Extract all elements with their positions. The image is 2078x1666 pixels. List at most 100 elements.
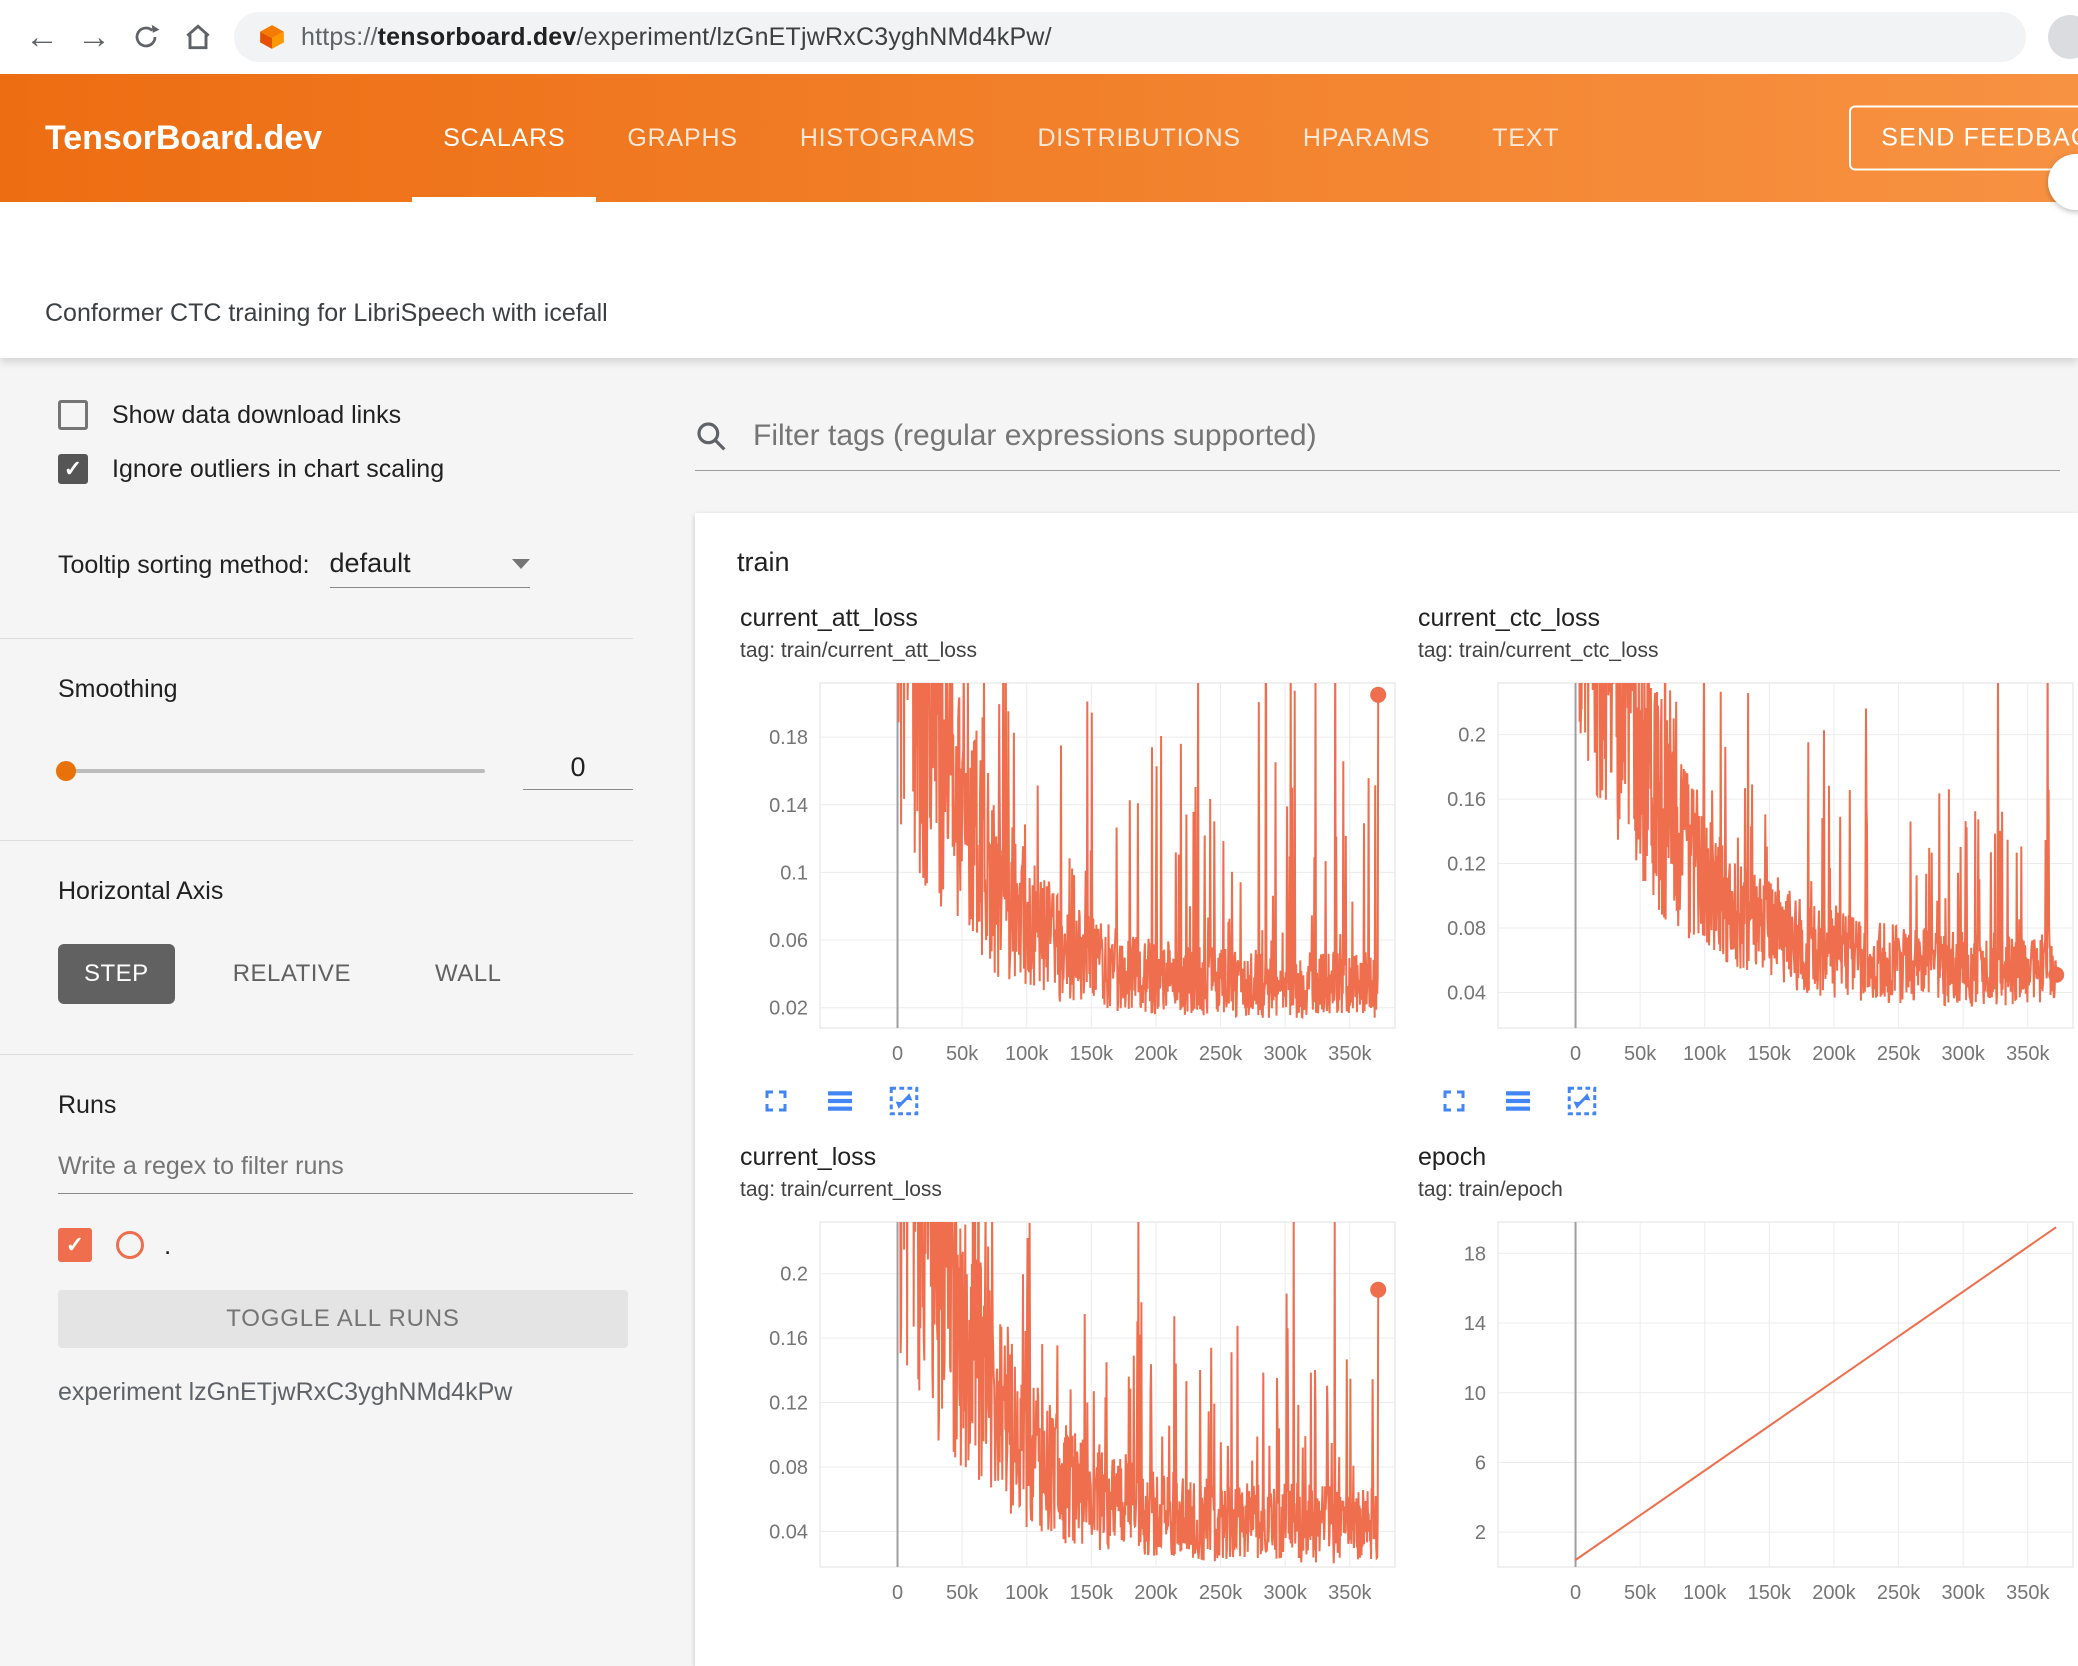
experiment-header: Conformer CTC training for LibriSpeech w… xyxy=(0,202,2078,358)
show-download-links-label: Show data download links xyxy=(112,400,402,429)
show-download-links-checkbox[interactable] xyxy=(58,400,88,430)
axis-wall-button[interactable]: WALL xyxy=(409,944,527,1004)
fit-domain-icon[interactable] xyxy=(886,1083,922,1119)
fit-domain-icon[interactable] xyxy=(1564,1083,1600,1119)
address-bar[interactable]: https://tensorboard.dev/experiment/lzGnE… xyxy=(234,12,2026,62)
divider xyxy=(0,1054,633,1055)
chart-plot[interactable]: 0.02 0.06 0.1 0.14 0.18 0 50k 100k 150k 200k 250k 3… xyxy=(740,671,1400,1071)
chart-epoch: epoch tag: train/epoch 2 6 10 14 18 0 50k 100k 1… xyxy=(1418,1143,2078,1610)
chart-plot[interactable]: 0.04 0.08 0.12 0.16 0.2 0 50k 100k 150k 200k 250k 3… xyxy=(1418,671,2078,1071)
smoothing-label: Smoothing xyxy=(58,675,178,703)
send-feedback-button[interactable]: SEND FEEDBACK xyxy=(1849,105,2078,171)
svg-text:0: 0 xyxy=(1570,1582,1581,1604)
svg-text:350k: 350k xyxy=(1328,1043,1372,1065)
chart-toolbar xyxy=(1436,1083,2078,1119)
log-scale-toggle-icon[interactable] xyxy=(1500,1083,1536,1119)
axis-relative-button[interactable]: RELATIVE xyxy=(207,944,377,1004)
axis-step-button[interactable]: STEP xyxy=(58,944,175,1004)
browser-profile-avatar[interactable] xyxy=(2048,15,2078,59)
svg-text:0.06: 0.06 xyxy=(769,930,808,952)
train-group-header[interactable]: train xyxy=(695,513,2078,604)
svg-text:300k: 300k xyxy=(1263,1043,1307,1065)
forward-icon[interactable]: → xyxy=(68,11,120,63)
svg-text:0: 0 xyxy=(1570,1043,1581,1065)
svg-text:50k: 50k xyxy=(946,1043,979,1065)
reload-icon[interactable] xyxy=(120,11,172,63)
svg-text:0.12: 0.12 xyxy=(769,1393,808,1415)
smoothing-slider-thumb[interactable] xyxy=(56,761,76,781)
tab-hparams[interactable]: HPARAMS xyxy=(1272,74,1461,202)
svg-text:350k: 350k xyxy=(1328,1582,1372,1604)
svg-text:150k: 150k xyxy=(1748,1582,1792,1604)
svg-text:0.08: 0.08 xyxy=(1447,918,1486,940)
svg-text:50k: 50k xyxy=(946,1582,979,1604)
ignore-outliers-checkbox[interactable] xyxy=(58,454,88,484)
chevron-down-icon xyxy=(511,558,530,569)
svg-text:200k: 200k xyxy=(1812,1043,1856,1065)
svg-text:0.04: 0.04 xyxy=(769,1522,808,1544)
experiment-id: experiment lzGnETjwRxC3yghNMd4kPw xyxy=(58,1378,513,1406)
tooltip-sorting-value: default xyxy=(329,548,411,578)
tooltip-sorting-label: Tooltip sorting method: xyxy=(58,551,310,579)
filter-tags-input[interactable] xyxy=(751,418,2060,454)
run-name: . xyxy=(164,1229,172,1260)
svg-text:300k: 300k xyxy=(1941,1043,1985,1065)
chart-tag: tag: train/current_ctc_loss xyxy=(1418,639,1659,662)
url-text: https://tensorboard.dev/experiment/lzGnE… xyxy=(301,23,1052,52)
svg-text:100k: 100k xyxy=(1683,1043,1727,1065)
svg-text:150k: 150k xyxy=(1748,1043,1792,1065)
run-color-swatch xyxy=(116,1231,144,1259)
scalars-main: train current_att_loss tag: train/curren… xyxy=(645,358,2078,1666)
tab-text[interactable]: TEXT xyxy=(1461,74,1590,202)
back-icon[interactable]: ← xyxy=(16,11,68,63)
svg-text:0: 0 xyxy=(892,1582,903,1604)
tab-histograms[interactable]: HISTOGRAMS xyxy=(769,74,1007,202)
svg-text:100k: 100k xyxy=(1683,1582,1727,1604)
ignore-outliers-label: Ignore outliers in chart scaling xyxy=(112,454,445,483)
divider xyxy=(0,638,633,639)
svg-text:0.16: 0.16 xyxy=(1447,789,1486,811)
horizontal-axis-label: Horizontal Axis xyxy=(58,877,224,905)
svg-text:0.2: 0.2 xyxy=(1458,725,1486,747)
fullscreen-icon[interactable] xyxy=(758,1083,794,1119)
svg-text:2: 2 xyxy=(1475,1522,1486,1544)
smoothing-slider[interactable] xyxy=(56,761,485,781)
toggle-all-runs-button[interactable]: TOGGLE ALL RUNS xyxy=(58,1290,628,1348)
chart-plot[interactable]: 0.04 0.08 0.12 0.16 0.2 0 50k 100k 150k 200k 250k 3… xyxy=(740,1210,1400,1610)
run-checkbox[interactable] xyxy=(58,1228,92,1262)
app-brand[interactable]: TensorBoard.dev xyxy=(45,119,322,158)
svg-text:350k: 350k xyxy=(2006,1043,2050,1065)
chart-plot[interactable]: 2 6 10 14 18 0 50k 100k 150k 200k 250k 300k 350k xyxy=(1418,1210,2078,1610)
tab-graphs[interactable]: GRAPHS xyxy=(596,74,768,202)
svg-text:250k: 250k xyxy=(1877,1582,1921,1604)
chart-title: current_ctc_loss xyxy=(1418,604,1601,632)
chart-tag: tag: train/current_att_loss xyxy=(740,639,977,662)
chart-toolbar xyxy=(758,1083,1400,1119)
smoothing-value-input[interactable] xyxy=(523,752,633,790)
svg-text:200k: 200k xyxy=(1134,1043,1178,1065)
chart-tag: tag: train/epoch xyxy=(1418,1178,1563,1201)
svg-text:0.1: 0.1 xyxy=(780,862,808,884)
svg-text:6: 6 xyxy=(1475,1452,1486,1474)
url-host: tensorboard.dev xyxy=(377,22,577,51)
svg-text:0.14: 0.14 xyxy=(769,795,808,817)
tooltip-sorting-dropdown[interactable]: default xyxy=(329,548,530,588)
home-icon[interactable] xyxy=(172,11,224,63)
svg-text:0: 0 xyxy=(892,1043,903,1065)
chart-tag: tag: train/current_loss xyxy=(740,1178,942,1201)
log-scale-toggle-icon[interactable] xyxy=(822,1083,858,1119)
svg-text:0.12: 0.12 xyxy=(1447,854,1486,876)
tab-distributions[interactable]: DISTRIBUTIONS xyxy=(1006,74,1271,202)
train-group-card: train current_att_loss tag: train/curren… xyxy=(695,513,2078,1666)
svg-text:0.2: 0.2 xyxy=(780,1264,808,1286)
runs-filter-input[interactable] xyxy=(58,1152,633,1194)
svg-text:200k: 200k xyxy=(1812,1582,1856,1604)
svg-text:150k: 150k xyxy=(1070,1582,1114,1604)
charts-grid: current_att_loss tag: train/current_att_… xyxy=(695,604,2078,1610)
fullscreen-icon[interactable] xyxy=(1436,1083,1472,1119)
svg-text:10: 10 xyxy=(1464,1383,1486,1405)
app-header: TensorBoard.dev SCALARS GRAPHS HISTOGRAM… xyxy=(0,74,2078,210)
chart-current-att-loss: current_att_loss tag: train/current_att_… xyxy=(740,604,1400,1123)
search-icon xyxy=(697,422,726,451)
tab-scalars[interactable]: SCALARS xyxy=(412,74,597,202)
